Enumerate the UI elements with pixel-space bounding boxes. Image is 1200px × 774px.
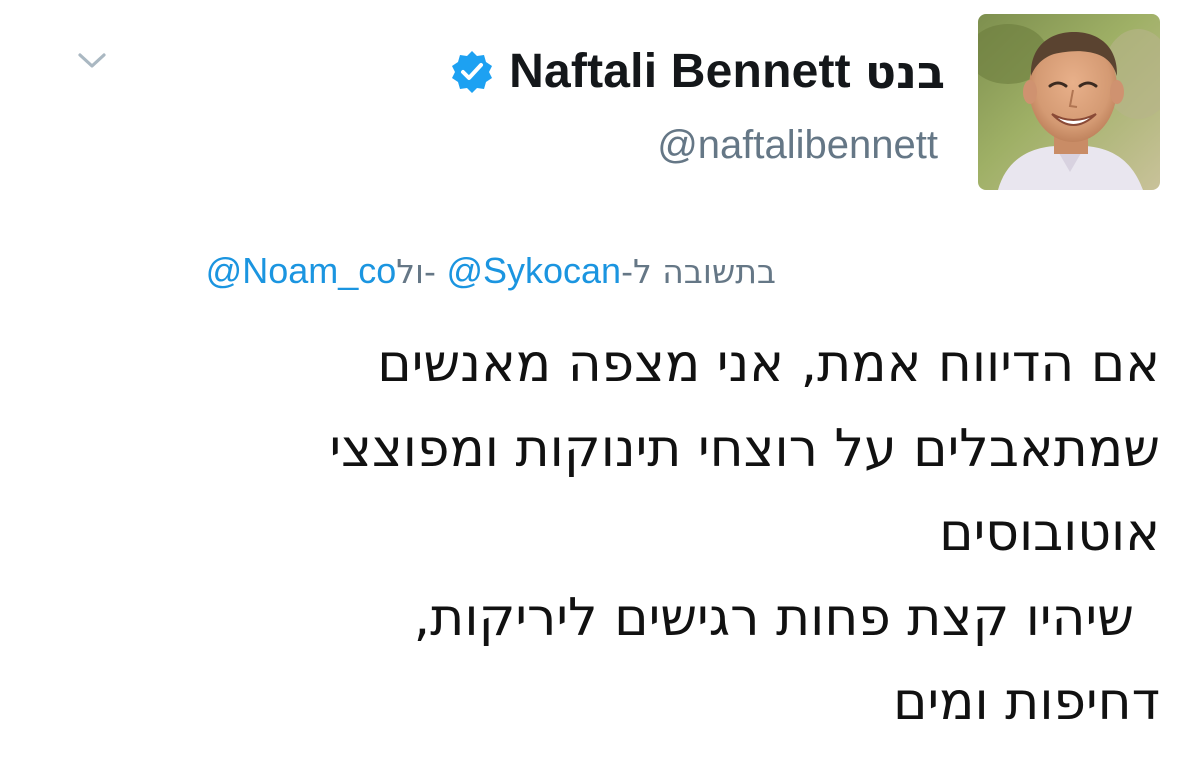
reply-mention-noam[interactable]: @Noam_co [206,250,397,291]
verified-badge-icon [449,49,495,95]
author-name-row: Naftali Bennett בנט [449,40,945,104]
tweet-text-line: דחיפות ומים [893,672,1160,732]
reply-joiner: -ול [396,252,436,291]
avatar[interactable] [978,14,1160,190]
author-display-name[interactable]: Naftali Bennett [509,42,851,102]
reply-context: בתשובה ל-@Sykocan -ול@Noam_co [206,248,776,295]
tweet-text-line: שיהיו קצת פחות רגישים ליריקות, [413,587,1134,648]
tweet-text-line: שמתאבלים על רוצחי תינוקות ומפוצצי [329,418,1160,479]
reply-mention-sykocan[interactable]: @Sykocan [446,250,621,291]
tweet-text-line: אוטובוסים [939,503,1160,563]
reply-prefix: בתשובה ל- [621,252,776,291]
chevron-down-icon[interactable] [72,40,112,80]
author-handle[interactable]: @naftalibennett [657,118,938,172]
tweet-text-line: אם הדיווח אמת, אני מצפה מאנשים [377,334,1160,394]
author-display-name-hebrew[interactable]: בנט [865,42,945,102]
tweet-text: אם הדיווח אמת, אני מצפה מאנשים שמתאבלים … [40,322,1160,745]
